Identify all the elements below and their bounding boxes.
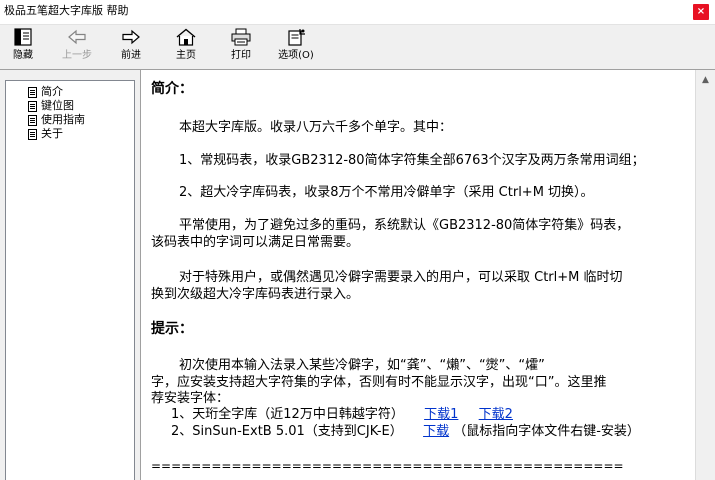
document-icon bbox=[28, 86, 37, 98]
download-link[interactable]: 下载 bbox=[423, 424, 449, 439]
tips-line: 初次使用本输入法录入某些冷僻字，如“龚”、“㸊”、“㸉”、“㸌” bbox=[179, 358, 545, 373]
font-item-sinsun: 2、SinSun-ExtB 5.01（支持到CJK-E） 下载 （鼠标指向字体文… bbox=[171, 423, 640, 440]
document-icon bbox=[28, 114, 37, 126]
document-icon bbox=[28, 128, 37, 140]
tree-item-intro[interactable]: 简介 bbox=[28, 85, 85, 99]
contents-tree: 简介 键位图 使用指南 关于 bbox=[28, 85, 85, 141]
hide-button[interactable]: 隐藏 bbox=[6, 28, 40, 66]
tips-line: 字，应安装支持超大字符集的字体，否则有时不能显示汉字，出现“口”。这里推 bbox=[151, 375, 607, 390]
printer-icon bbox=[231, 28, 251, 46]
arrow-left-icon bbox=[68, 29, 86, 45]
font-label: 1、天珩全字库（近12万中日韩越字符） bbox=[171, 407, 404, 422]
separator-line: ========================================… bbox=[151, 459, 624, 473]
font-label: 2、SinSun-ExtB 5.01（支持到CJK-E） bbox=[171, 424, 403, 439]
tree-item-label: 键位图 bbox=[41, 99, 74, 112]
tree-item-guide[interactable]: 使用指南 bbox=[28, 113, 85, 127]
tree-item-keymap[interactable]: 键位图 bbox=[28, 99, 85, 113]
tree-item-label: 简介 bbox=[41, 85, 63, 98]
print-label: 打印 bbox=[231, 50, 251, 61]
title-bar: 极品五笔超大字库版 帮助 × bbox=[0, 0, 715, 25]
hide-pane-icon bbox=[14, 28, 32, 46]
help-content: 简介： 本超大字库版。收录八万六千多个单字。其中： 1、常规码表，收录GB231… bbox=[140, 70, 695, 480]
back-label: 上一步 bbox=[62, 50, 92, 61]
scroll-up-arrow-icon[interactable]: ▲ bbox=[696, 70, 715, 90]
download-link-1[interactable]: 下载1 bbox=[424, 407, 458, 422]
font-note: （鼠标指向字体文件右键-安装） bbox=[453, 424, 640, 439]
forward-button[interactable]: 前进 bbox=[116, 28, 146, 66]
tree-item-label: 关于 bbox=[41, 127, 63, 140]
home-label: 主页 bbox=[176, 50, 196, 61]
forward-label: 前进 bbox=[121, 50, 141, 61]
intro-line: 2、超大冷字库码表，收录8万个不常用冷僻单字（采用 Ctrl+M 切换）。 bbox=[179, 185, 594, 200]
tips-heading: 提示： bbox=[151, 321, 193, 337]
tree-item-about[interactable]: 关于 bbox=[28, 127, 85, 141]
window-title: 极品五笔超大字库版 帮助 bbox=[4, 4, 129, 17]
options-label: 选项(O) bbox=[278, 50, 314, 61]
arrow-right-icon bbox=[122, 29, 140, 45]
para-line: 换到次级超大冷字库码表进行录入。 bbox=[151, 287, 360, 302]
options-icon bbox=[288, 29, 305, 46]
contents-pane: 简介 键位图 使用指南 关于 bbox=[5, 80, 135, 480]
para-line: 该码表中的字词可以满足日常需要。 bbox=[151, 235, 360, 250]
back-button[interactable]: 上一步 bbox=[58, 28, 96, 66]
tree-item-label: 使用指南 bbox=[41, 113, 85, 126]
hide-label: 隐藏 bbox=[13, 50, 33, 61]
intro-line: 1、常规码表，收录GB2312-80简体字符集全部6763个汉字及两万条常用词组… bbox=[179, 153, 645, 168]
vertical-scrollbar[interactable]: ▲ bbox=[695, 70, 715, 480]
home-icon bbox=[176, 28, 196, 46]
tips-line: 荐安装字体： bbox=[151, 391, 230, 406]
options-button[interactable]: 选项(O) bbox=[274, 28, 318, 66]
toolbar: 隐藏 上一步 前进 主页 打印 选项(O) bbox=[0, 25, 715, 70]
close-button[interactable]: × bbox=[693, 4, 709, 20]
intro-line: 本超大字库版。收录八万六千多个单字。其中： bbox=[179, 120, 453, 135]
download-link-2[interactable]: 下载2 bbox=[479, 407, 513, 422]
intro-heading: 简介： bbox=[151, 81, 193, 97]
para-line: 平常使用，为了避免过多的重码，系统默认《GB2312-80简体字符集》码表， bbox=[179, 218, 630, 233]
para-line: 对于特殊用户，或偶然遇见冷僻字需要录入的用户，可以采取 Ctrl+M 临时切 bbox=[179, 270, 623, 285]
home-button[interactable]: 主页 bbox=[171, 28, 201, 66]
document-icon bbox=[28, 100, 37, 112]
print-button[interactable]: 打印 bbox=[226, 28, 256, 66]
font-item-tianheng: 1、天珩全字库（近12万中日韩越字符） 下载1 下载2 bbox=[171, 406, 513, 423]
